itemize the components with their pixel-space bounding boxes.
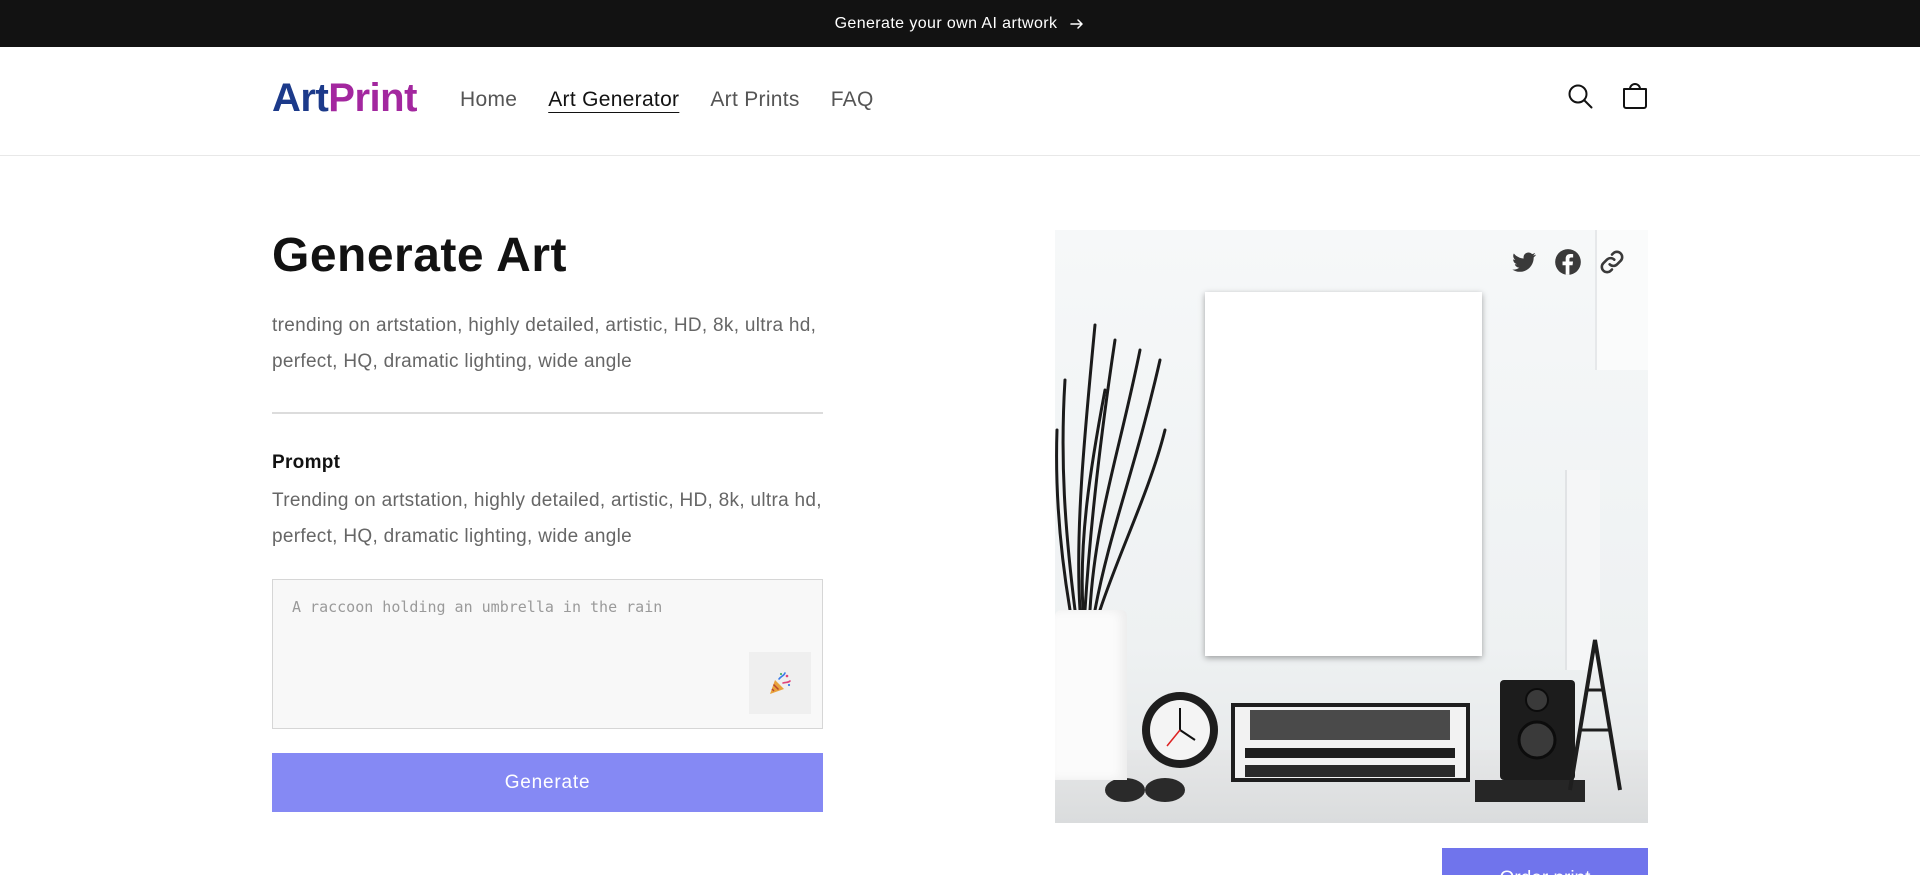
vase — [1055, 610, 1127, 780]
party-popper-icon — [770, 672, 791, 694]
logo-part-print: Print — [328, 76, 417, 120]
random-prompt-button[interactable] — [749, 652, 811, 714]
prompt-help-text: Trending on artstation, highly detailed,… — [272, 490, 822, 547]
twitter-icon — [1512, 252, 1537, 272]
nav-art-prints[interactable]: Art Prints — [710, 88, 799, 112]
facebook-icon — [1555, 249, 1581, 275]
announcement-bar[interactable]: Generate your own AI artwork — [0, 0, 1920, 47]
twitter-share-button[interactable] — [1510, 248, 1538, 276]
prompt-label: Prompt — [272, 452, 341, 473]
page-title: Generate Art — [272, 229, 567, 282]
cart-icon[interactable] — [1620, 81, 1650, 111]
announcement-text[interactable]: Generate your own AI artwork — [835, 15, 1058, 33]
print-mockup-image — [1055, 230, 1648, 823]
arrow-right-icon — [1070, 18, 1084, 29]
page-description: trending on artstation, highly detailed,… — [272, 315, 817, 372]
facebook-share-button[interactable] — [1554, 248, 1582, 276]
main-nav: Home Art Generator Art Prints FAQ — [460, 88, 874, 112]
order-print-button[interactable]: Order print — [1442, 848, 1648, 875]
copy-link-button[interactable] — [1598, 248, 1626, 276]
prompt-input[interactable] — [273, 580, 822, 728]
nav-faq[interactable]: FAQ — [831, 88, 874, 112]
divider — [272, 412, 823, 414]
blank-poster — [1205, 292, 1482, 656]
nav-home[interactable]: Home — [460, 88, 517, 112]
search-icon[interactable] — [1565, 81, 1595, 111]
logo[interactable]: ArtPrint — [272, 77, 417, 119]
nav-art-generator[interactable]: Art Generator — [548, 88, 679, 112]
prompt-field-container — [272, 579, 823, 729]
generate-button[interactable]: Generate — [272, 753, 823, 812]
link-icon — [1600, 250, 1624, 274]
site-header: ArtPrint Home Art Generator Art Prints F… — [0, 47, 1920, 156]
logo-part-art: Art — [272, 76, 329, 120]
